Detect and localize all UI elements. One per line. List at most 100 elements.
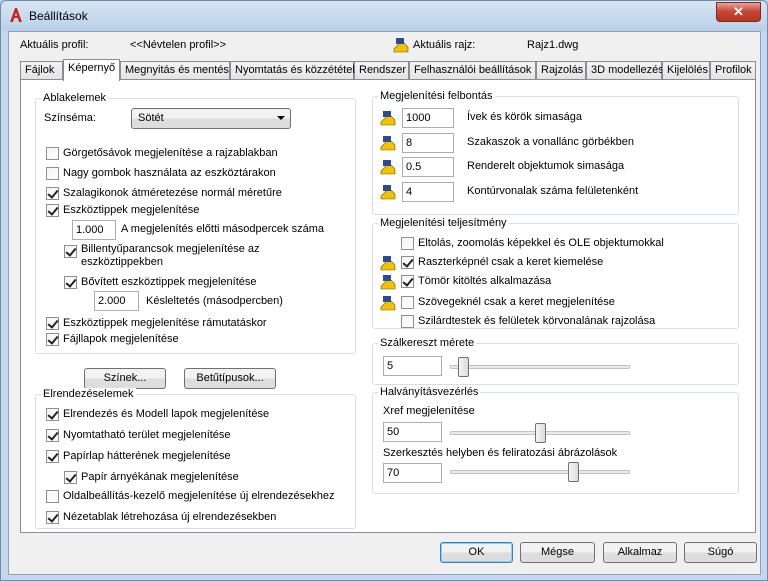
large-buttons-label: Nagy gombok használata az eszköztárakon [63, 167, 276, 179]
ribbon-icons-checkbox[interactable] [46, 187, 59, 200]
ok-button[interactable]: OK [440, 542, 513, 563]
tooltip-delay-input[interactable]: 1.000 [72, 220, 116, 240]
silhouette-edges-label: Szilárdtestek és felületek körvonalának … [418, 315, 656, 327]
create-viewport-checkbox[interactable] [46, 511, 59, 524]
xref-fade-input[interactable]: 50 [383, 422, 442, 442]
inplace-fade-slider-thumb[interactable] [568, 462, 580, 482]
tab-display[interactable]: Képernyő [63, 59, 120, 81]
colorscheme-label: Színséma: [44, 112, 96, 124]
shortcut-keys-label: Billentyűparancsok megjelenítése az eszk… [81, 243, 260, 268]
tab-open-save[interactable]: Megnyitás és mentés [120, 61, 230, 80]
dialog-body: Aktuális profil: <<Névtelen profil>> Akt… [8, 31, 761, 575]
tab-profiles[interactable]: Profilok [710, 61, 756, 80]
title-bar[interactable]: Beállítások ✕ [1, 1, 767, 31]
window-elements-group: Ablakelemek Színséma: Sötét Görgetősávok… [35, 92, 356, 354]
arc-smoothness-input[interactable]: 1000 [402, 108, 454, 128]
inplace-fade-label: Szerkesztés helyben és feliratozási ábrá… [383, 447, 618, 459]
layout-model-tabs-checkbox[interactable] [46, 408, 59, 421]
tab-user-preferences[interactable]: Felhasználói beállítások [409, 61, 536, 80]
paper-background-label: Papírlap hátterének megjelenítése [63, 450, 231, 462]
crosshair-size-slider-track[interactable] [450, 365, 630, 369]
extended-tooltips-checkbox[interactable] [64, 276, 77, 289]
pan-zoom-raster-label: Eltolás, zoomolás képekkel és OLE objekt… [418, 237, 664, 249]
crosshair-size-input[interactable]: 5 [383, 356, 442, 376]
tab-files[interactable]: Fájlok [20, 61, 63, 80]
window-elements-title: Ablakelemek [41, 92, 108, 104]
paper-shadow-checkbox[interactable] [64, 471, 77, 484]
drawing-saved-icon [380, 111, 396, 126]
chevron-down-icon [277, 116, 285, 120]
file-tabs-label: Fájllapok megjelenítése [63, 333, 179, 345]
apply-button[interactable]: Alkalmaz [603, 542, 677, 563]
layout-elements-group: Elrendezéselemek Elrendezés és Modell la… [35, 388, 356, 529]
drawing-icon [393, 38, 409, 53]
silhouette-edges-checkbox[interactable] [401, 315, 414, 328]
scrollbars-checkbox[interactable] [46, 147, 59, 160]
current-profile-value: <<Névtelen profil>> [130, 39, 227, 51]
page-setup-manager-label: Oldalbeállítás-kezelő megjelenítése új e… [63, 490, 335, 502]
display-tab-panel: Ablakelemek Színséma: Sötét Görgetősávok… [20, 79, 756, 533]
rollover-tooltips-checkbox[interactable] [46, 317, 59, 330]
crosshair-size-slider-thumb[interactable] [458, 357, 470, 377]
drawing-saved-icon [380, 275, 396, 290]
solid-fill-label: Tömör kitöltés alkalmazása [418, 275, 552, 287]
inplace-fade-input[interactable]: 70 [383, 463, 442, 483]
drawing-saved-icon [380, 136, 396, 151]
page-setup-manager-checkbox[interactable] [46, 490, 59, 503]
solid-fill-checkbox[interactable] [401, 275, 414, 288]
layout-elements-title: Elrendezéselemek [41, 388, 136, 400]
arc-smoothness-label: Ívek és körök simasága [467, 111, 582, 123]
text-frame-label: Szövegeknél csak a keret megjelenítése [418, 296, 615, 308]
file-tabs-checkbox[interactable] [46, 333, 59, 346]
xref-fade-slider-thumb[interactable] [534, 423, 546, 443]
paper-background-checkbox[interactable] [46, 450, 59, 463]
render-smoothness-label: Renderelt objektumok simasága [467, 160, 625, 172]
tab-3d-modeling[interactable]: 3D modellezés [586, 61, 664, 80]
crosshair-size-title: Szálkereszt mérete [378, 337, 477, 349]
rollover-tooltips-label: Eszköztippek megjelenítése rámutatáskor [63, 317, 267, 329]
tab-selection[interactable]: Kijelölés [662, 61, 710, 80]
scrollbars-label: Görgetősávok megjelenítése a rajzablakba… [63, 147, 278, 159]
drawing-saved-icon [380, 296, 396, 311]
tab-bar: Fájlok Képernyő Megnyitás és mentés Nyom… [20, 59, 756, 81]
display-resolution-group: Megjelenítési felbontás 1000 Ívek és kör… [372, 90, 739, 215]
shortcut-keys-checkbox[interactable] [64, 245, 77, 258]
display-resolution-title: Megjelenítési felbontás [378, 90, 495, 102]
xref-fade-label: Xref megjelenítése [383, 405, 475, 417]
tooltips-checkbox[interactable] [46, 204, 59, 217]
crosshair-size-group: Szálkereszt mérete 5 [372, 337, 739, 385]
tab-drafting[interactable]: Rajzolás [536, 61, 586, 80]
close-button[interactable]: ✕ [716, 2, 761, 22]
colorscheme-value: Sötét [138, 112, 164, 124]
fonts-button[interactable]: Betűtípusok... [184, 368, 276, 389]
colorscheme-select[interactable]: Sötét [131, 108, 291, 129]
ribbon-icons-label: Szalagikonok átméretezése normál méretűr… [63, 187, 282, 199]
printable-area-checkbox[interactable] [46, 429, 59, 442]
drawing-saved-icon [380, 256, 396, 271]
display-performance-group: Megjelenítési teljesítmény Eltolás, zoom… [372, 217, 739, 329]
pan-zoom-raster-checkbox[interactable] [401, 237, 414, 250]
tab-system[interactable]: Rendszer [354, 61, 409, 80]
large-buttons-checkbox[interactable] [46, 167, 59, 180]
text-frame-checkbox[interactable] [401, 296, 414, 309]
fade-control-group: Halványításvezérlés Xref megjelenítése 5… [372, 386, 739, 494]
extended-delay-input[interactable]: 2.000 [94, 291, 139, 311]
tooltip-delay-label: A megjelenítés előtti másodpercek száma [121, 223, 324, 235]
render-smoothness-input[interactable]: 0.5 [402, 157, 454, 177]
raster-frame-checkbox[interactable] [401, 256, 414, 269]
cancel-button[interactable]: Mégse [520, 542, 595, 563]
extended-tooltips-label: Bővített eszköztippek megjelenítése [81, 276, 257, 288]
inplace-fade-slider-track[interactable] [450, 470, 630, 474]
paper-shadow-label: Papír árnyékának megjelenítése [81, 471, 239, 483]
layout-model-tabs-label: Elrendezés és Modell lapok megjelenítése [63, 408, 270, 420]
display-performance-title: Megjelenítési teljesítmény [378, 217, 509, 229]
raster-frame-label: Raszterképnél csak a keret kiemelése [418, 256, 604, 268]
autocad-logo-icon [10, 8, 22, 22]
tooltips-label: Eszköztippek megjelenítése [63, 204, 200, 216]
help-button[interactable]: Súgó [684, 542, 757, 563]
polyline-segments-input[interactable]: 8 [402, 133, 454, 153]
colors-button[interactable]: Színek... [84, 368, 166, 389]
extended-delay-label: Késleltetés (másodpercben) [146, 295, 283, 307]
tab-plot-publish[interactable]: Nyomtatás és közzététel [230, 61, 355, 80]
contour-lines-input[interactable]: 4 [402, 182, 454, 202]
